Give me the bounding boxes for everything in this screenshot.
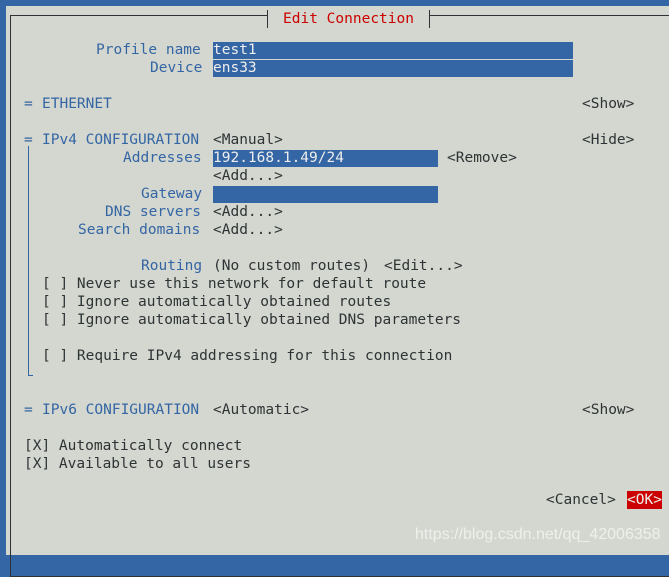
ipv4-section-line-end (28, 375, 33, 376)
auto-connect-checkbox[interactable]: [X] Automatically connect (24, 437, 242, 455)
ipv4-hide-button[interactable]: <Hide> (582, 131, 634, 149)
ethernet-show-button[interactable]: <Show> (582, 95, 634, 113)
ignore-routes-checkbox[interactable]: [ ] Ignore automatically obtained routes (42, 293, 391, 311)
cancel-button[interactable]: <Cancel> (546, 491, 616, 509)
ethernet-section-label: ETHERNET (42, 96, 112, 112)
ipv6-marker: = (24, 402, 33, 418)
all-users-checkbox[interactable]: [X] Available to all users (24, 455, 251, 473)
ipv4-mode-dropdown[interactable]: <Manual> (213, 131, 283, 149)
never-default-route-checkbox[interactable]: [ ] Never use this network for default r… (42, 275, 426, 293)
edit-connection-window: Edit Connection Profile name test1 Devic… (6, 6, 669, 577)
ok-button[interactable]: <OK> (627, 491, 662, 509)
ipv4-marker: = (24, 132, 33, 148)
routing-label: Routing (141, 258, 203, 274)
device-input[interactable]: ens33 (213, 60, 573, 77)
add-address-button[interactable]: <Add...> (213, 167, 283, 185)
profile-name-input[interactable]: test1 (213, 42, 573, 59)
ethernet-marker: = (24, 96, 33, 112)
remove-address-button[interactable]: <Remove> (447, 149, 517, 167)
addresses-label: Addresses (123, 150, 202, 166)
ipv6-section-label: IPv6 CONFIGURATION (42, 402, 200, 418)
require-ipv4-checkbox[interactable]: [ ] Require IPv4 addressing for this con… (42, 347, 452, 365)
device-label: Device (150, 60, 203, 76)
ipv4-section-line (28, 146, 29, 375)
address-input[interactable]: 192.168.1.49/24 (213, 150, 438, 167)
add-search-domain-button[interactable]: <Add...> (213, 221, 283, 239)
search-domains-label: Search domains (78, 222, 201, 238)
profile-name-label: Profile name (96, 42, 201, 58)
gateway-label: Gateway (141, 186, 203, 202)
watermark: https://blog.csdn.net/qq_42006358 (415, 526, 661, 543)
ipv6-show-button[interactable]: <Show> (582, 401, 634, 419)
gateway-input[interactable] (213, 186, 438, 203)
routing-value: (No custom routes) (213, 258, 371, 274)
edit-routes-button[interactable]: <Edit...> (384, 257, 463, 275)
ignore-dns-checkbox[interactable]: [ ] Ignore automatically obtained DNS pa… (42, 311, 461, 329)
ipv4-section-label: IPv4 CONFIGURATION (42, 132, 200, 148)
window-title: Edit Connection (267, 10, 430, 28)
dns-servers-label: DNS servers (105, 204, 202, 220)
ipv6-mode-dropdown[interactable]: <Automatic> (213, 401, 309, 419)
add-dns-button[interactable]: <Add...> (213, 203, 283, 221)
